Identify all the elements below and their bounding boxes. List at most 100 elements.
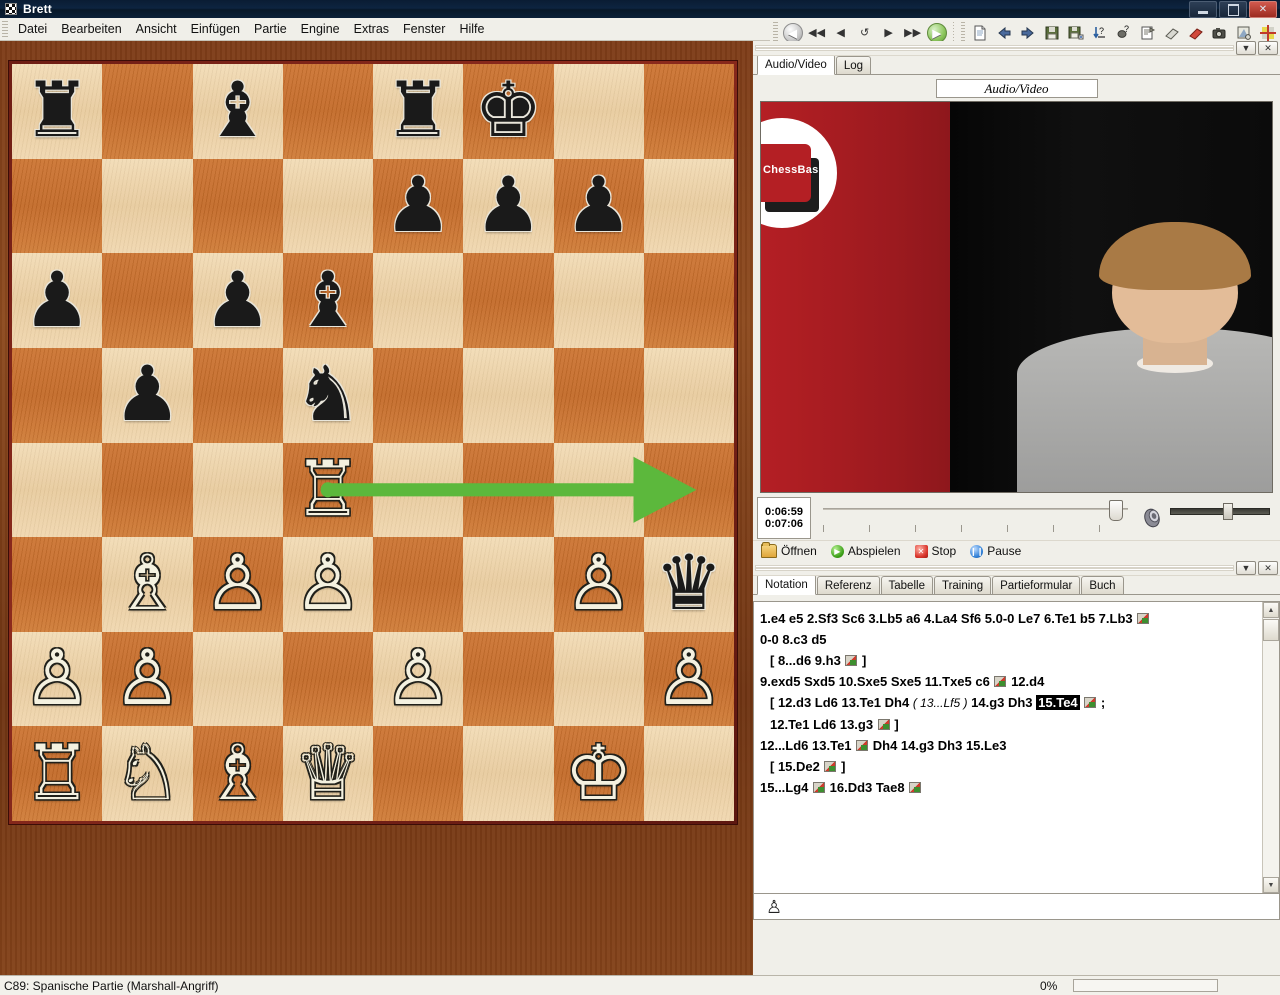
black-queen-h3[interactable]: ♛ <box>655 546 723 622</box>
white-pawn-c3[interactable]: ♙ <box>204 546 272 622</box>
notation-variation-line[interactable]: [ 12.d3 Ld6 13.Te1 Dh4 ( 13...Lf5 ) 14.g… <box>760 692 1271 713</box>
menu-partie[interactable]: Partie <box>247 20 294 38</box>
square-b4[interactable] <box>102 442 193 538</box>
close-button[interactable]: ✕ <box>1249 1 1277 18</box>
white-pawn-a2[interactable]: ♙ <box>23 641 91 717</box>
square-h8[interactable] <box>643 64 734 159</box>
square-d8[interactable] <box>282 64 373 159</box>
square-d6[interactable]: ♝ <box>282 253 373 348</box>
square-g4[interactable] <box>553 442 644 538</box>
tab-notation[interactable]: Notation <box>757 574 816 595</box>
notation-variation-line[interactable]: [ 8...d6 9.h3 ] <box>760 650 1271 671</box>
play-button[interactable]: ▶ Abspielen <box>830 544 901 558</box>
square-c5[interactable] <box>192 347 283 443</box>
square-b3[interactable]: ♗ <box>102 537 193 632</box>
square-e8[interactable]: ♜ <box>373 64 464 159</box>
square-h4[interactable] <box>643 442 734 538</box>
notation-main-line[interactable]: 15...Lg4 16.Dd3 Tae8 <box>760 777 1271 798</box>
video-surface[interactable]: ChessBase <box>760 101 1273 493</box>
square-e6[interactable] <box>373 253 464 348</box>
video-panel-drag-handle[interactable] <box>755 45 1234 51</box>
notation-panel-drag-handle[interactable] <box>755 565 1234 571</box>
square-e3[interactable] <box>373 537 464 632</box>
notation-main-line[interactable]: 9.exd5 Sxd5 10.Sxe5 Sxe5 11.Txe5 c6 12.d… <box>760 671 1271 692</box>
notation-variation-line[interactable]: 12.Te1 Ld6 13.g3 ] <box>760 714 1271 735</box>
square-d2[interactable] <box>282 631 373 727</box>
white-pawn-g3[interactable]: ♙ <box>565 546 633 622</box>
square-a2[interactable]: ♙ <box>12 631 103 727</box>
notation-scrollbar[interactable]: ▲ ▼ <box>1262 602 1279 893</box>
square-e4[interactable] <box>373 442 464 538</box>
tab-tabelle[interactable]: Tabelle <box>880 576 933 594</box>
square-a7[interactable] <box>12 158 103 254</box>
black-knight-d5[interactable]: ♞ <box>294 357 362 433</box>
square-h7[interactable] <box>643 158 734 254</box>
notation-main-line[interactable]: 0-0 8.c3 d5 <box>760 629 1271 650</box>
square-c3[interactable]: ♙ <box>192 537 283 632</box>
black-bishop-c8[interactable]: ♝ <box>204 73 272 149</box>
notation-panel-menu-button[interactable]: ▼ <box>1236 561 1256 575</box>
square-d3[interactable]: ♙ <box>282 537 373 632</box>
menu-ansicht[interactable]: Ansicht <box>129 20 184 38</box>
square-a3[interactable] <box>12 537 103 632</box>
black-rook-e8[interactable]: ♜ <box>384 73 452 149</box>
square-d1[interactable]: ♕ <box>282 726 373 821</box>
chess-board[interactable]: ♜ ♝ ♜ ♚ ♟ ♟ ♟ ♟ ♟ ♝ ♟ ♞ ♖ ♗ ♙ ♙ ♙ ♛ ♙ ♙ ♙ ♙ ♖ ♘ ♗ ♕ ♔ <box>12 64 734 821</box>
square-g1[interactable]: ♔ <box>553 726 644 821</box>
menu-fenster[interactable]: Fenster <box>396 20 452 38</box>
black-king-f8[interactable]: ♚ <box>474 73 542 149</box>
white-king-g1[interactable]: ♔ <box>565 735 633 812</box>
square-h2[interactable]: ♙ <box>643 631 734 727</box>
square-g3[interactable]: ♙ <box>553 537 644 632</box>
menu-extras[interactable]: Extras <box>347 20 396 38</box>
square-c4[interactable] <box>192 442 283 538</box>
square-c2[interactable] <box>192 631 283 727</box>
square-f3[interactable] <box>463 537 554 632</box>
square-c7[interactable] <box>192 158 283 254</box>
tab-audio-video[interactable]: Audio/Video <box>757 54 835 75</box>
white-bishop-b3[interactable]: ♗ <box>113 546 181 622</box>
notation-main-line[interactable]: 1.e4 e5 2.Sf3 Sc6 3.Lb5 a6 4.La4 Sf6 5.0… <box>760 608 1271 629</box>
square-f8[interactable]: ♚ <box>463 64 554 159</box>
square-g5[interactable] <box>553 347 644 443</box>
white-bishop-c1[interactable]: ♗ <box>204 735 272 812</box>
menu-engine[interactable]: Engine <box>294 20 347 38</box>
square-g2[interactable] <box>553 631 644 727</box>
square-b2[interactable]: ♙ <box>102 631 193 727</box>
menu-bearbeiten[interactable]: Bearbeiten <box>54 20 128 38</box>
notation-main-line[interactable]: 12...Ld6 13.Te1 Dh4 14.g3 Dh3 15.Le3 <box>760 735 1271 756</box>
square-b1[interactable]: ♘ <box>102 726 193 821</box>
black-bishop-d6[interactable]: ♝ <box>294 262 362 339</box>
white-rook-a1[interactable]: ♖ <box>23 735 91 812</box>
open-button[interactable]: Öffnen <box>761 542 817 558</box>
square-h5[interactable] <box>643 347 734 443</box>
square-c1[interactable]: ♗ <box>192 726 283 821</box>
speaker-button[interactable] <box>1134 498 1170 538</box>
volume-thumb[interactable] <box>1223 502 1233 520</box>
maximize-button[interactable] <box>1219 1 1247 18</box>
square-g6[interactable] <box>553 253 644 348</box>
square-h6[interactable] <box>643 253 734 348</box>
scroll-up-button[interactable]: ▲ <box>1263 602 1279 618</box>
scroll-down-button[interactable]: ▼ <box>1263 877 1279 893</box>
black-pawn-g7[interactable]: ♟ <box>565 167 633 244</box>
square-e5[interactable] <box>373 347 464 443</box>
seek-thumb[interactable] <box>1108 499 1123 521</box>
black-pawn-e7[interactable]: ♟ <box>384 167 452 244</box>
white-pawn-b2[interactable]: ♙ <box>113 641 181 717</box>
square-g7[interactable]: ♟ <box>553 158 644 254</box>
square-d7[interactable] <box>282 158 373 254</box>
square-f6[interactable] <box>463 253 554 348</box>
tab-partieformular[interactable]: Partieformular <box>992 576 1081 594</box>
notation-panel-close-button[interactable]: ✕ <box>1258 561 1278 575</box>
black-pawn-f7[interactable]: ♟ <box>474 167 542 244</box>
square-b8[interactable] <box>102 64 193 159</box>
square-e1[interactable] <box>373 726 464 821</box>
square-a8[interactable]: ♜ <box>12 64 103 159</box>
black-pawn-a6[interactable]: ♟ <box>23 262 91 339</box>
white-pawn-h2[interactable]: ♙ <box>655 641 723 717</box>
square-e2[interactable]: ♙ <box>373 631 464 727</box>
video-panel-close-button[interactable]: ✕ <box>1258 41 1278 55</box>
square-f2[interactable] <box>463 631 554 727</box>
tab-training[interactable]: Training <box>933 576 992 594</box>
